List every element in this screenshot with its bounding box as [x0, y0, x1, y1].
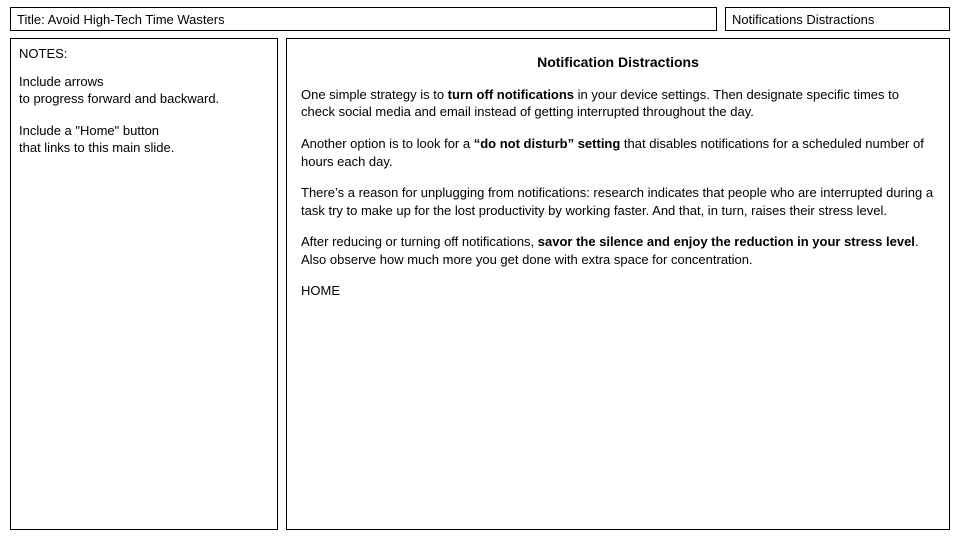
- notes-item-arrows: Include arrows to progress forward and b…: [19, 73, 269, 108]
- content-panel: Notification Distractions One simple str…: [286, 38, 950, 530]
- topic-text: Notifications Distractions: [732, 12, 874, 27]
- text-bold: “do not disturb” setting: [474, 136, 621, 151]
- home-link[interactable]: HOME: [301, 282, 935, 300]
- notes-line: Include a "Home" button: [19, 123, 159, 138]
- notes-item-home: Include a "Home" button that links to th…: [19, 122, 269, 157]
- title-box: Title: Avoid High-Tech Time Wasters: [10, 7, 717, 31]
- content-paragraph-1: One simple strategy is to turn off notif…: [301, 86, 935, 121]
- notes-panel: NOTES: Include arrows to progress forwar…: [10, 38, 278, 530]
- notes-line: to progress forward and backward.: [19, 91, 219, 106]
- content-paragraph-3: There’s a reason for unplugging from not…: [301, 184, 935, 219]
- content-heading: Notification Distractions: [301, 53, 935, 72]
- text-bold: savor the silence and enjoy the reductio…: [538, 234, 915, 249]
- notes-line: Include arrows: [19, 74, 104, 89]
- notes-line: that links to this main slide.: [19, 140, 174, 155]
- title-text: Title: Avoid High-Tech Time Wasters: [17, 12, 225, 27]
- text-run: One simple strategy is to: [301, 87, 448, 102]
- notes-heading: NOTES:: [19, 45, 269, 63]
- text-run: After reducing or turning off notificati…: [301, 234, 538, 249]
- body-row: NOTES: Include arrows to progress forwar…: [10, 38, 950, 530]
- content-paragraph-4: After reducing or turning off notificati…: [301, 233, 935, 268]
- text-run: Another option is to look for a: [301, 136, 474, 151]
- content-paragraph-2: Another option is to look for a “do not …: [301, 135, 935, 170]
- topic-box: Notifications Distractions: [725, 7, 950, 31]
- header-row: Title: Avoid High-Tech Time Wasters Noti…: [10, 7, 950, 31]
- text-bold: turn off notifications: [448, 87, 574, 102]
